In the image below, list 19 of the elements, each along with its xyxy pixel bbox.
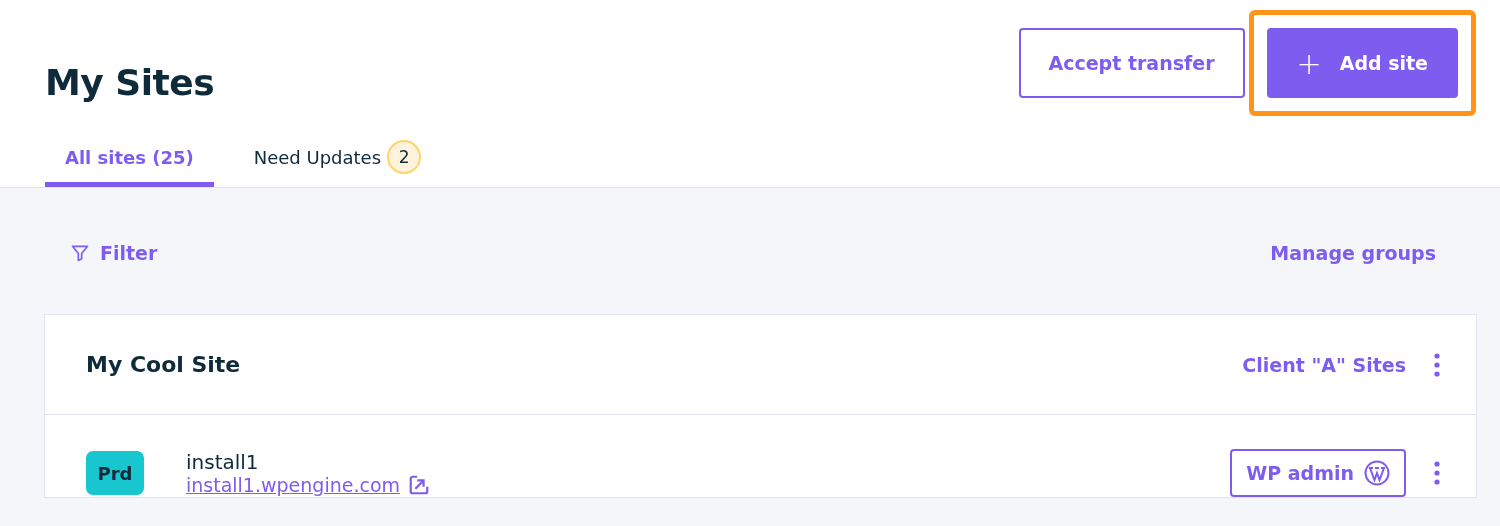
wordpress-icon (1364, 460, 1390, 486)
more-options-icon[interactable] (1434, 461, 1440, 485)
filter-button[interactable]: Filter (70, 242, 158, 264)
tab[interactable]: All sites (25) (45, 130, 214, 187)
count-badge: 2 (387, 140, 422, 174)
add-button[interactable]: + Add site (1266, 28, 1458, 98)
install-url-link[interactable]: install1.wpengine.com (186, 474, 401, 496)
more-options-icon[interactable] (1434, 352, 1440, 377)
environment-badge: Prd (86, 451, 144, 495)
group-link[interactable]: Client "A" Sites (1242, 353, 1406, 376)
external-link-icon[interactable] (408, 474, 431, 496)
outline-button[interactable]: Accept transfer (1018, 28, 1245, 98)
install-name: install1 (186, 450, 260, 474)
tab[interactable]: Need Updates 2 (233, 130, 442, 187)
filter-icon (70, 243, 90, 263)
manage-groups-link[interactable]: Manage groups (1270, 242, 1436, 264)
page-title: My Sites (45, 62, 215, 103)
wp-admin-button[interactable]: WP admin (1230, 449, 1406, 497)
site-name: My Cool Site (86, 352, 241, 377)
